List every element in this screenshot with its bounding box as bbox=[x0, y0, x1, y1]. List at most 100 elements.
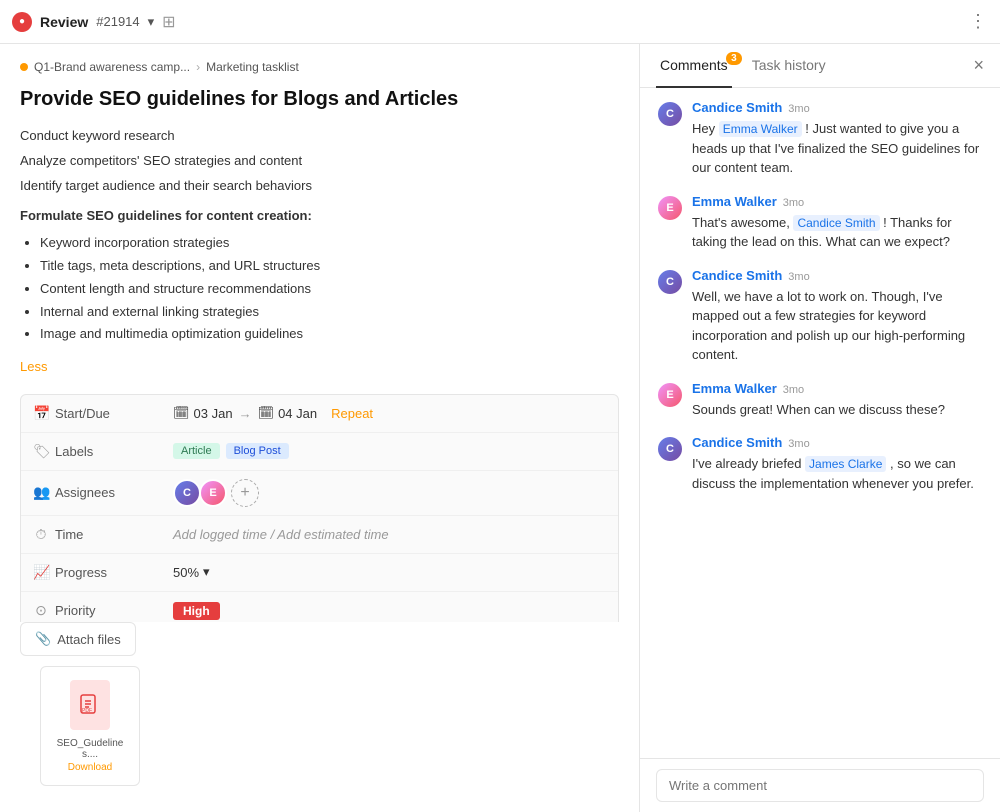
progress-dropdown-icon[interactable]: ▾ bbox=[203, 564, 210, 580]
start-due-label: 📅 Start/Due bbox=[33, 405, 173, 422]
file-card[interactable]: PDF SEO_Gudelines.... Download bbox=[40, 666, 140, 786]
comment-item: C Candice Smith 3mo I've already briefed… bbox=[656, 435, 984, 493]
progress-value[interactable]: 50% ▾ bbox=[173, 564, 606, 580]
mention-emma-walker: Emma Walker bbox=[719, 121, 802, 137]
right-panel: Comments 3 Task history × C Candice Smit… bbox=[640, 44, 1000, 812]
comment-text-4: Sounds great! When can we discuss these? bbox=[692, 400, 984, 420]
bullet-5: Image and multimedia optimization guidel… bbox=[40, 324, 619, 345]
comment-time-2: 3mo bbox=[783, 197, 804, 209]
less-link[interactable]: Less bbox=[20, 357, 47, 378]
header-left: ● Review #21914 ▾ ⊞ bbox=[12, 12, 969, 32]
left-scroll-area: Q1-Brand awareness camp... › Marketing t… bbox=[0, 44, 639, 622]
labels-value: Article Blog Post bbox=[173, 443, 606, 459]
clock-icon: ⏱ bbox=[33, 526, 49, 543]
file-cards: PDF SEO_Gudelines.... Download bbox=[20, 656, 619, 796]
comment-time-4: 3mo bbox=[783, 384, 804, 396]
tab-comments[interactable]: Comments 3 bbox=[656, 44, 732, 88]
start-date[interactable]: 🗓 03 Jan bbox=[173, 405, 233, 421]
add-assignee-button[interactable]: + bbox=[231, 479, 259, 507]
task-id-dropdown[interactable]: ▾ bbox=[148, 14, 155, 30]
tab-task-history[interactable]: Task history bbox=[748, 44, 830, 88]
bullet-4: Internal and external linking strategies bbox=[40, 302, 619, 323]
file-name: SEO_Gudelines.... bbox=[49, 738, 131, 760]
desc-line-2: Analyze competitors' SEO strategies and … bbox=[20, 151, 619, 172]
avatar-emma[interactable]: E bbox=[199, 479, 227, 507]
repeat-link[interactable]: Repeat bbox=[331, 406, 373, 421]
comment-author-3: Candice Smith bbox=[692, 268, 782, 283]
avatar-candice-comment5: C bbox=[656, 435, 684, 463]
priority-row: ⊙ Priority High bbox=[21, 592, 618, 622]
comment-item: E Emma Walker 3mo Sounds great! When can… bbox=[656, 381, 984, 420]
start-due-value[interactable]: 🗓 03 Jan → 🗓 04 Jan Repeat bbox=[173, 405, 606, 421]
breadcrumb: Q1-Brand awareness camp... › Marketing t… bbox=[20, 60, 619, 74]
labels-label: 🏷 Labels bbox=[33, 443, 173, 460]
assignees-value: C E + bbox=[173, 479, 606, 507]
people-icon: 👥 bbox=[33, 484, 49, 501]
comment-text-5: I've already briefed James Clarke , so w… bbox=[692, 454, 984, 493]
attach-files-button[interactable]: 📎 Attach files bbox=[20, 622, 136, 656]
comment-body-3: Candice Smith 3mo Well, we have a lot to… bbox=[692, 268, 984, 365]
status-label: Review bbox=[40, 14, 88, 30]
bullet-2: Title tags, meta descriptions, and URL s… bbox=[40, 256, 619, 277]
progress-icon: 📈 bbox=[33, 564, 49, 581]
tag-icon: 🏷 bbox=[33, 443, 49, 460]
label-article[interactable]: Article bbox=[173, 443, 220, 459]
task-id[interactable]: #21914 bbox=[96, 14, 139, 29]
date-arrow: → bbox=[239, 406, 252, 421]
task-tree-icon[interactable]: ⊞ bbox=[162, 12, 175, 32]
breadcrumb-dot bbox=[20, 63, 28, 71]
time-row: ⏱ Time Add logged time / Add estimated t… bbox=[21, 516, 618, 554]
task-header: ● Review #21914 ▾ ⊞ ⋮ bbox=[0, 0, 1000, 44]
end-date[interactable]: 🗓 04 Jan bbox=[258, 405, 318, 421]
priority-high-badge[interactable]: High bbox=[173, 602, 220, 620]
comment-text-2: That's awesome, Candice Smith ! Thanks f… bbox=[692, 213, 984, 252]
comment-body-5: Candice Smith 3mo I've already briefed J… bbox=[692, 435, 984, 493]
priority-value[interactable]: High bbox=[173, 603, 606, 618]
labels-row: 🏷 Labels Article Blog Post bbox=[21, 433, 618, 471]
more-options-button[interactable]: ⋮ bbox=[969, 11, 988, 32]
assignees-label: 👥 Assignees bbox=[33, 484, 173, 501]
comment-header-5: Candice Smith 3mo bbox=[692, 435, 984, 450]
breadcrumb-child[interactable]: Marketing tasklist bbox=[206, 60, 299, 74]
comment-body-2: Emma Walker 3mo That's awesome, Candice … bbox=[692, 194, 984, 252]
pdf-icon: PDF bbox=[70, 680, 110, 730]
status-icon: ● bbox=[12, 12, 32, 32]
comment-author-4: Emma Walker bbox=[692, 381, 777, 396]
comment-body-1: Candice Smith 3mo Hey Emma Walker ! Just… bbox=[692, 100, 984, 178]
comment-time-5: 3mo bbox=[788, 438, 809, 450]
comments-badge: 3 bbox=[726, 52, 742, 65]
fields-table: 📅 Start/Due 🗓 03 Jan → 🗓 04 Jan bbox=[20, 394, 619, 622]
avatar-candice[interactable]: C bbox=[173, 479, 201, 507]
close-button[interactable]: × bbox=[973, 55, 984, 76]
svg-text:PDF: PDF bbox=[82, 708, 92, 714]
avatar-candice-comment1: C bbox=[656, 100, 684, 128]
comment-header-1: Candice Smith 3mo bbox=[692, 100, 984, 115]
task-title: Provide SEO guidelines for Blogs and Art… bbox=[20, 86, 619, 112]
desc-bold-header: Formulate SEO guidelines for content cre… bbox=[20, 206, 619, 227]
bullet-1: Keyword incorporation strategies bbox=[40, 233, 619, 254]
comment-item: C Candice Smith 3mo Well, we have a lot … bbox=[656, 268, 984, 365]
avatar-candice-comment3: C bbox=[656, 268, 684, 296]
comment-header-4: Emma Walker 3mo bbox=[692, 381, 984, 396]
right-header: Comments 3 Task history × bbox=[640, 44, 1000, 88]
time-value[interactable]: Add logged time / Add estimated time bbox=[173, 527, 606, 542]
label-blogpost[interactable]: Blog Post bbox=[226, 443, 289, 459]
file-download-link[interactable]: Download bbox=[68, 762, 112, 773]
write-comment-input[interactable] bbox=[656, 769, 984, 802]
bullet-3: Content length and structure recommendat… bbox=[40, 279, 619, 300]
task-description: Conduct keyword research Analyze competi… bbox=[20, 126, 619, 378]
comment-header-3: Candice Smith 3mo bbox=[692, 268, 984, 283]
calendar-small-icon2: 🗓 bbox=[258, 405, 275, 421]
desc-line-3: Identify target audience and their searc… bbox=[20, 176, 619, 197]
comments-list: C Candice Smith 3mo Hey Emma Walker ! Ju… bbox=[640, 88, 1000, 758]
comment-time-3: 3mo bbox=[788, 271, 809, 283]
write-comment-area bbox=[640, 758, 1000, 812]
mention-james-clarke: James Clarke bbox=[805, 456, 886, 472]
avatar-emma-comment2: E bbox=[656, 194, 684, 222]
assignees-row: 👥 Assignees C E + bbox=[21, 471, 618, 516]
avatar-emma-comment4: E bbox=[656, 381, 684, 409]
breadcrumb-parent[interactable]: Q1-Brand awareness camp... bbox=[34, 60, 190, 74]
comment-body-4: Emma Walker 3mo Sounds great! When can w… bbox=[692, 381, 984, 420]
priority-label: ⊙ Priority bbox=[33, 602, 173, 619]
comment-author-2: Emma Walker bbox=[692, 194, 777, 209]
